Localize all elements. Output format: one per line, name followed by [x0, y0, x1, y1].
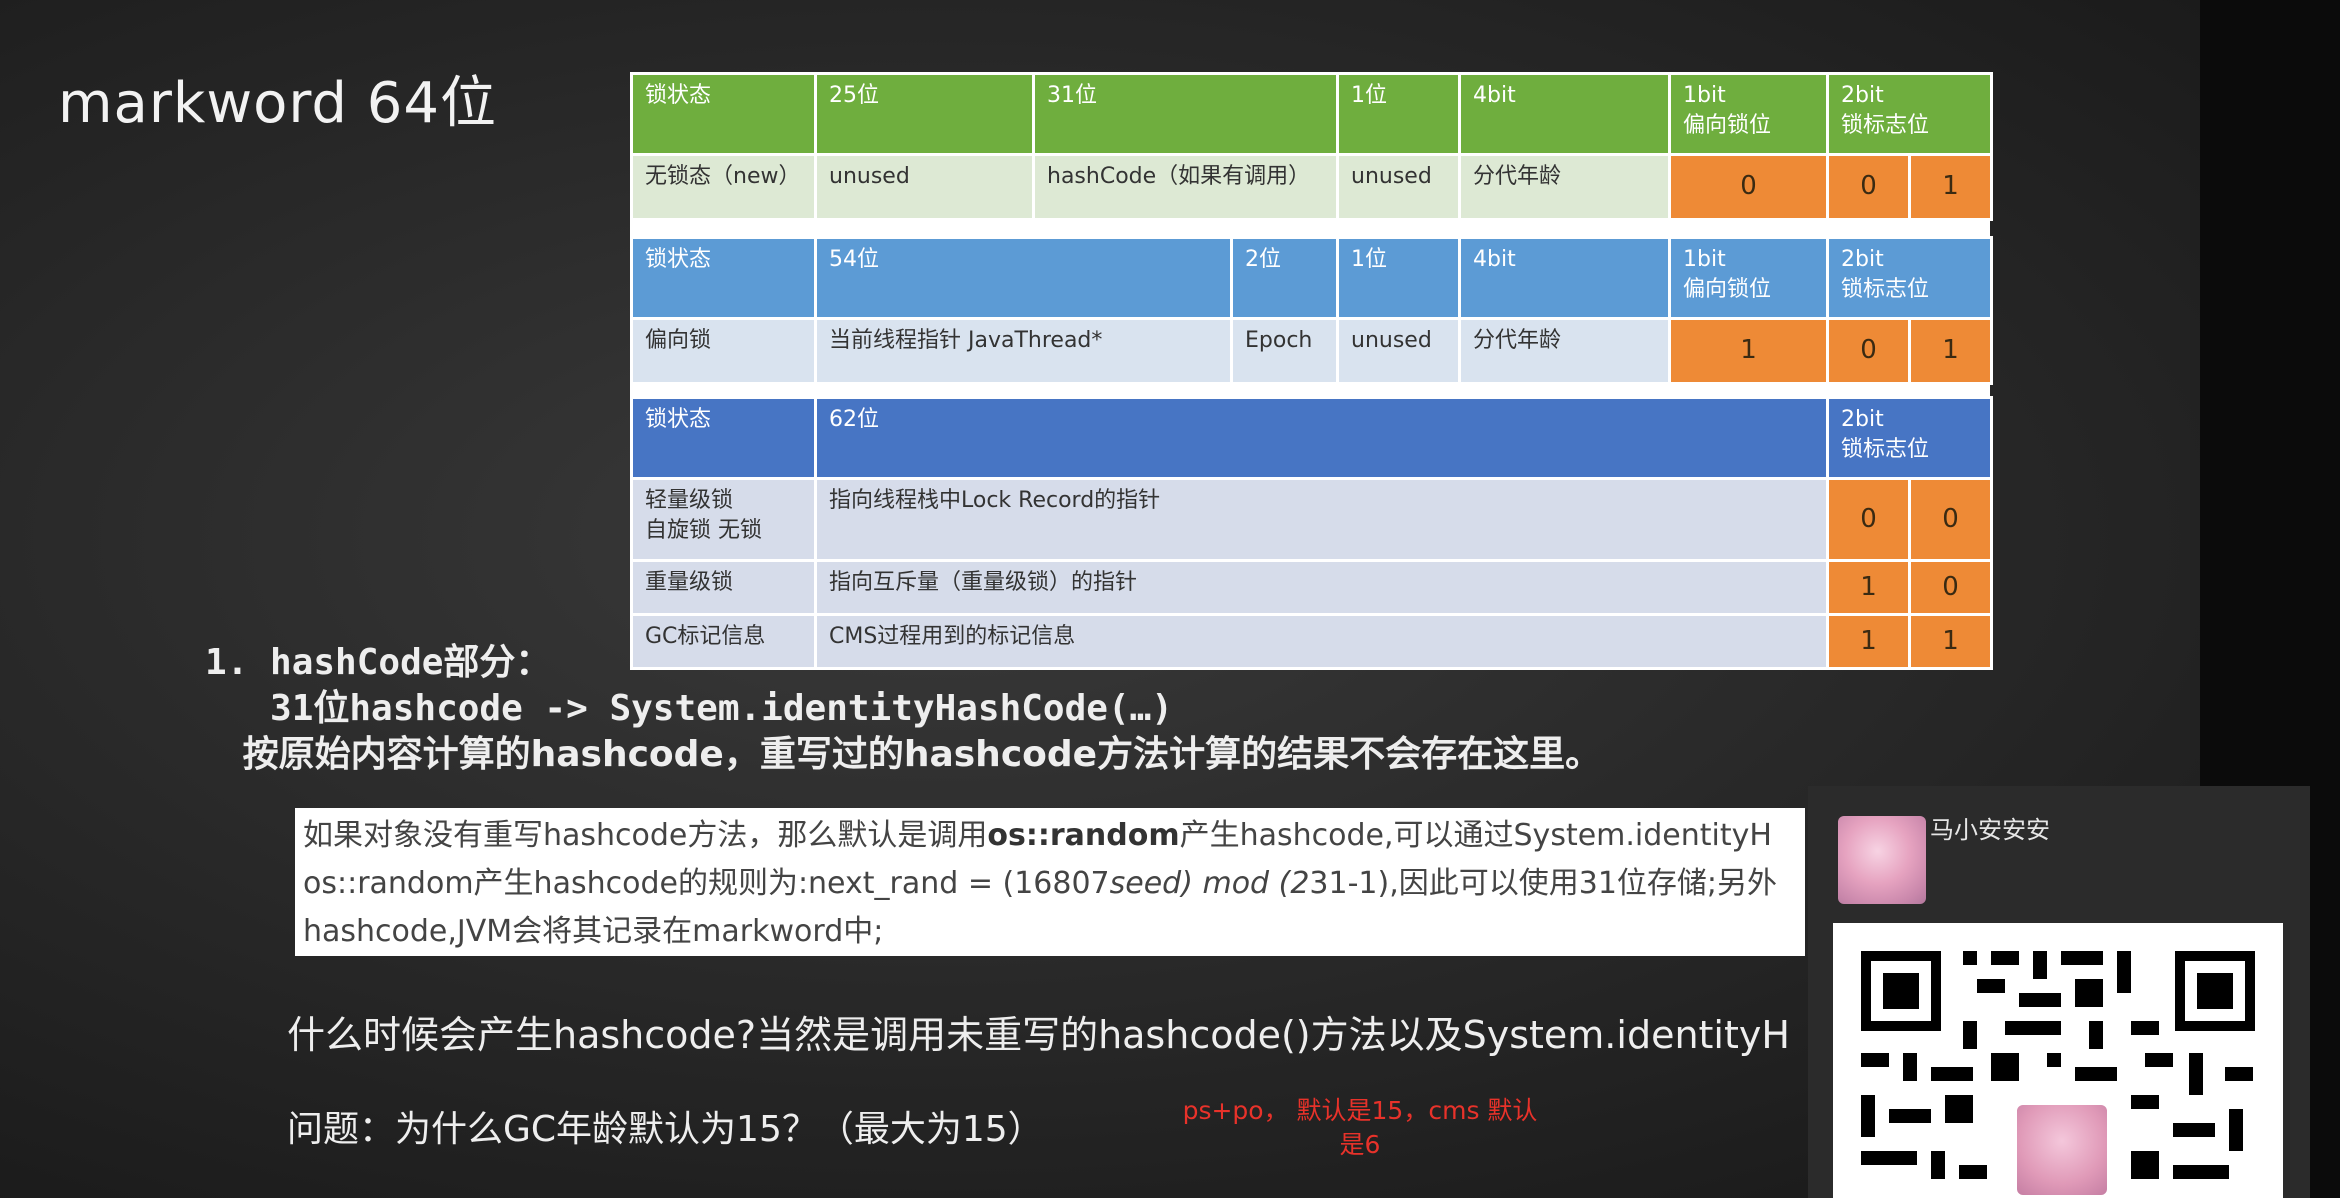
cell-state: 轻量级锁 自旋锁 无锁 — [630, 477, 817, 562]
cell-flag-bit: 1 — [1826, 559, 1911, 616]
note-text: 31-1),因此可以使用31位存储;另外 — [1309, 866, 1778, 901]
cell-flag-bit: 0 — [1826, 317, 1911, 385]
note-text: 产生hashcode,可以通过System.identityH — [1179, 818, 1772, 853]
cell-flag-bit: 0 — [1826, 153, 1911, 221]
cell-flag-bit: 0 — [1826, 477, 1911, 562]
red-annotation-line: 是6 — [1339, 1130, 1381, 1159]
table-row: 轻量级锁 自旋锁 无锁 指向线程栈中Lock Record的指针 0 0 — [630, 477, 1994, 562]
question-gc-age: 问题：为什么GC年龄默认为15？（最大为15） — [287, 1109, 1044, 1150]
table-section-locks: 锁状态 62位 2bit 锁标志位 轻量级锁 自旋锁 无锁 指向线程栈中Lock… — [630, 396, 1994, 670]
cell-flag-bit: 0 — [1907, 559, 1994, 616]
contact-panel: 马小安安安 — [1808, 786, 2310, 1198]
cell: unused — [1336, 153, 1461, 221]
header-cell: 2bit 锁标志位 — [1825, 396, 1994, 480]
note-text: os::random产生hashcode的规则为:next_rand = (16… — [303, 866, 1110, 901]
markword-table: 锁状态 25位 31位 1位 4bit 1bit 偏向锁位 2bit 锁标志位 … — [630, 72, 1994, 670]
section-line: 31位hashcode -> System.identityHashCode(…… — [205, 688, 1173, 729]
header-cell: 54位 — [814, 236, 1233, 320]
header-cell: 62位 — [814, 396, 1829, 480]
cell-state: 偏向锁 — [630, 317, 817, 385]
header-cell: 2bit 锁标志位 — [1825, 236, 1994, 320]
hashcode-note-box: 如果对象没有重写hashcode方法，那么默认是调用os::random产生ha… — [295, 808, 1805, 956]
cell-state: 重量级锁 — [630, 559, 817, 616]
note-text: 如果对象没有重写hashcode方法，那么默认是调用 — [303, 818, 988, 853]
section-line: 按原始内容计算的hashcode，重写过的hashcode方法计算的结果不会存在… — [205, 734, 1602, 775]
cell-flag-bit: 1 — [1826, 613, 1911, 670]
table-row: 重量级锁 指向互斥量（重量级锁）的指针 1 0 — [630, 559, 1994, 616]
cell: unused — [814, 153, 1035, 221]
question-when-hashcode: 什么时候会产生hashcode?当然是调用未重写的hashcode()方法以及S… — [287, 1013, 1790, 1057]
cell: hashCode（如果有调用） — [1032, 153, 1339, 221]
cell-state: 无锁态（new） — [630, 153, 817, 221]
header-cell: 1位 — [1336, 72, 1461, 156]
red-annotation: ps+po， 默认是15，cms 默认 是6 — [1150, 1094, 1570, 1162]
table-header-row: 锁状态 62位 2bit 锁标志位 — [630, 396, 1994, 480]
note-line: 如果对象没有重写hashcode方法，那么默认是调用os::random产生ha… — [303, 812, 1797, 860]
header-cell: 1bit 偏向锁位 — [1668, 236, 1829, 320]
note-emphasis: os::random — [987, 818, 1180, 853]
table-header-row: 锁状态 54位 2位 1位 4bit 1bit 偏向锁位 2bit 锁标志位 — [630, 236, 1994, 320]
header-cell: 25位 — [814, 72, 1035, 156]
header-cell: 4bit — [1458, 236, 1671, 320]
header-cell: 4bit — [1458, 72, 1671, 156]
cell-biased-bit: 1 — [1668, 317, 1829, 385]
header-cell: 31位 — [1032, 72, 1339, 156]
table-row: 无锁态（new） unused hashCode（如果有调用） unused 分… — [630, 153, 1994, 221]
header-cell: 锁状态 — [630, 236, 817, 320]
cell: 分代年龄 — [1458, 153, 1671, 221]
header-cell: 2位 — [1230, 236, 1339, 320]
qr-center-avatar-icon — [2013, 1101, 2111, 1198]
table-section-unlocked: 锁状态 25位 31位 1位 4bit 1bit 偏向锁位 2bit 锁标志位 … — [630, 72, 1994, 221]
cell: unused — [1336, 317, 1461, 385]
note-line: hashcode,JVM会将其记录在markword中; — [303, 914, 884, 949]
table-section-biased: 锁状态 54位 2位 1位 4bit 1bit 偏向锁位 2bit 锁标志位 偏… — [630, 236, 1994, 385]
header-cell: 锁状态 — [630, 396, 817, 480]
cell: Epoch — [1230, 317, 1339, 385]
cell: 当前线程指针 JavaThread* — [814, 317, 1233, 385]
slide-title: markword 64位 — [58, 71, 498, 136]
section-heading: 1. hashCode部分： — [205, 642, 552, 683]
avatar-icon — [1838, 816, 1926, 904]
cell-flag-bit: 1 — [1907, 317, 1994, 385]
hashcode-section: 1. hashCode部分： 31位hashcode -> System.ide… — [205, 640, 1601, 778]
contact-username: 马小安安安 — [1930, 816, 2050, 844]
note-line: os::random产生hashcode的规则为:next_rand = (16… — [303, 860, 1797, 908]
qr-code-icon[interactable] — [1833, 923, 2283, 1198]
note-italic: seed) mod (2 — [1109, 866, 1310, 901]
header-cell: 锁状态 — [630, 72, 817, 156]
cell: 分代年龄 — [1458, 317, 1671, 385]
cell: 指向线程栈中Lock Record的指针 — [814, 477, 1829, 562]
header-cell: 2bit 锁标志位 — [1825, 72, 1994, 156]
cell-flag-bit: 0 — [1907, 477, 1994, 562]
header-cell: 1位 — [1336, 236, 1461, 320]
table-row: 偏向锁 当前线程指针 JavaThread* Epoch unused 分代年龄… — [630, 317, 1994, 385]
header-cell: 1bit 偏向锁位 — [1668, 72, 1829, 156]
cell-flag-bit: 1 — [1907, 613, 1994, 670]
red-annotation-line: ps+po， 默认是15，cms 默认 — [1182, 1096, 1538, 1125]
cell-biased-bit: 0 — [1668, 153, 1829, 221]
table-header-row: 锁状态 25位 31位 1位 4bit 1bit 偏向锁位 2bit 锁标志位 — [630, 72, 1994, 156]
cell-flag-bit: 1 — [1907, 153, 1994, 221]
cell: 指向互斥量（重量级锁）的指针 — [814, 559, 1829, 616]
